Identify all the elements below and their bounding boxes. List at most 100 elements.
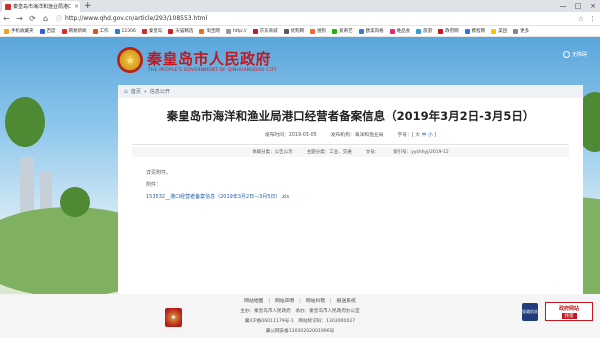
document-number: 文号： <box>365 150 380 155</box>
article-meta: 发布时间：2019-03-05 发布机构：海洋和渔业局 字号：[ 大 中 小 ] <box>118 131 583 138</box>
reload-button[interactable]: ⟳ <box>26 14 39 23</box>
bookmark-label: 唯品会 <box>396 29 411 34</box>
bookmark-favicon-icon <box>310 28 316 34</box>
font-size-end: ] <box>434 133 437 138</box>
attachment-link[interactable]: 153532__港口经营者备案信息（2019年3月2日—3月5日）.xls <box>146 191 583 203</box>
close-window-button[interactable]: × <box>586 0 600 12</box>
font-size-medium-button[interactable]: 中 <box>422 133 427 138</box>
bookmark-item[interactable]: 12306 <box>114 28 136 34</box>
breadcrumb-separator: » <box>143 88 147 95</box>
bookmark-item[interactable]: 欧美风格 <box>358 28 384 34</box>
bookmark-item[interactable]: 京东商城 <box>252 28 278 34</box>
accessibility-label: 无障碍 <box>572 52 588 58</box>
font-size-label: 字号：[ <box>397 133 414 138</box>
back-button[interactable]: ← <box>0 14 13 23</box>
info-icon: ⓘ <box>56 16 63 23</box>
bookmark-label: 欧美风格 <box>365 29 384 34</box>
category: 体裁分类：公告公示 <box>252 150 293 155</box>
new-tab-button[interactable]: + <box>84 0 92 12</box>
divider <box>132 144 569 145</box>
bookmark-item[interactable]: 工作 <box>92 28 109 34</box>
footer-link-submit[interactable]: 报送系统 <box>337 299 356 304</box>
bookmark-item[interactable]: 美团 <box>491 28 507 34</box>
bookmark-label: 优购网 <box>290 29 305 34</box>
forward-button[interactable]: → <box>13 14 26 23</box>
bookmark-favicon-icon <box>252 28 258 34</box>
bookmark-label: 12306 <box>121 28 136 34</box>
bookmark-item[interactable]: 爱奇艺 <box>332 28 353 34</box>
breadcrumb-section[interactable]: 信息公开 <box>150 88 170 95</box>
error-badge-sub: 找错 <box>561 312 577 319</box>
bookmark-favicon-icon <box>225 28 231 34</box>
publish-time: 发布时间：2019-03-05 <box>264 133 317 138</box>
background-tree <box>60 187 90 217</box>
bookmark-item[interactable]: 优购网 <box>283 28 305 34</box>
bookmark-favicon-icon <box>92 28 98 34</box>
bookmark-label: 美团 <box>498 29 508 34</box>
minimize-button[interactable]: — <box>556 0 570 12</box>
bookmark-item[interactable]: 百度 <box>39 28 56 34</box>
footer-link-statement[interactable]: 网站声明 <box>275 299 294 304</box>
bookmark-label: 爱奇艺 <box>339 29 353 34</box>
footer-link-sitemap[interactable]: 网站地图 <box>244 299 263 304</box>
home-button[interactable]: ⌂ <box>39 14 52 23</box>
bookmark-label: 搜狗 <box>317 29 327 34</box>
browser-toolbar: ← → ⟳ ⌂ ⓘ http://www.qhd.gov.cn/article/… <box>0 12 600 26</box>
topic: 主题分类：工业、交通 <box>306 150 352 155</box>
bookmark-favicon-icon <box>283 28 289 34</box>
bookmark-favicon-icon <box>358 28 364 34</box>
tab-title: 秦皇岛市海洋和渔业局港口经… <box>13 4 71 10</box>
footer-police: 冀公网安备13030202001996号 <box>265 329 335 334</box>
bookmark-item[interactable]: 携程网 <box>464 28 485 34</box>
error-badge-title: 政府网站 <box>558 305 579 312</box>
bookmark-favicon-icon <box>513 28 519 34</box>
maximize-button[interactable]: □ <box>571 0 585 12</box>
site-footer: 网站地图 | 网站声明 | 网站纠错 | 报送系统 主办：秦皇岛市人民政府 承办：秦皇岛市人… <box>0 294 600 338</box>
footer-link-error[interactable]: 网站纠错 <box>306 299 325 304</box>
font-size-large-button[interactable]: 大 <box>415 133 420 138</box>
accessibility-link[interactable]: 无障碍 <box>563 51 587 58</box>
gov-agency-badge[interactable]: 党政机关 <box>522 303 538 321</box>
address-bar[interactable]: ⓘ http://www.qhd.gov.cn/article/293/1085… <box>56 14 207 23</box>
browser-tab[interactable]: 秦皇岛市海洋和渔业局港口经… × <box>2 1 80 12</box>
bookmark-item[interactable]: 网易新闻 <box>61 28 87 34</box>
wheelchair-icon <box>563 51 570 58</box>
bookmark-item[interactable]: 旅游 <box>416 28 432 34</box>
bookmark-label: 工作 <box>99 29 109 34</box>
bookmark-favicon-icon <box>389 28 395 34</box>
bookmark-item[interactable]: 手机收藏夹 <box>4 28 34 34</box>
article-body: 详见附件。 附件： 153532__港口经营者备案信息（2019年3月2日—3月… <box>146 167 583 203</box>
bookmark-label: 秦皇岛 <box>148 29 163 34</box>
breadcrumb-home[interactable]: 首页 <box>131 88 141 95</box>
bookmark-label: 网易新闻 <box>68 29 87 34</box>
bookmark-label: 政府网 <box>445 29 459 34</box>
font-size-control: 字号：[ 大 中 小 ] <box>397 131 436 138</box>
bookmark-item[interactable]: 天猫精选 <box>168 28 193 34</box>
bookmark-item[interactable]: 淘宝网 <box>199 28 220 34</box>
bookmark-item[interactable]: http:// <box>225 28 247 34</box>
site-subtitle: THE PEOPLE'S GOVERNMENT OF QINHUANGDAO C… <box>148 68 278 73</box>
url-text[interactable]: http://www.qhd.gov.cn/article/293/108553… <box>65 15 207 22</box>
bookmark-item[interactable]: 秦皇岛 <box>141 28 163 34</box>
font-size-small-button[interactable]: 小 <box>428 133 433 138</box>
bookmark-label: 百度 <box>46 29 56 34</box>
bookmark-favicon-icon <box>438 28 444 34</box>
menu-icon[interactable]: ⋮ <box>589 15 596 23</box>
bookmark-item[interactable]: 搜狗 <box>310 28 326 34</box>
tab-close-icon[interactable]: × <box>73 3 80 10</box>
bookmark-label: 淘宝网 <box>206 29 220 34</box>
site-header: ★ 秦皇岛市人民政府 THE PEOPLE'S GOVERNMENT OF QI… <box>0 37 600 87</box>
bookmark-item[interactable]: 唯品会 <box>389 28 411 34</box>
site-title: 秦皇岛市人民政府 <box>147 50 272 68</box>
browser-tab-bar: 秦皇岛市海洋和渔业局港口经… × + — □ × <box>0 0 600 12</box>
star-icon[interactable]: ☆ <box>578 15 584 23</box>
article-title: 秦皇岛市海洋和渔业局港口经营者备案信息（2019年3月2日-3月5日） <box>166 109 535 123</box>
site-favicon-icon <box>5 3 11 10</box>
bookmark-item[interactable]: 更多 <box>513 28 529 34</box>
bookmark-label: http:// <box>232 28 247 34</box>
bookmark-label: 更多 <box>520 29 530 34</box>
body-paragraph: 详见附件。 <box>146 170 172 176</box>
bookmark-item[interactable]: 政府网 <box>438 28 459 34</box>
background-tree <box>5 97 45 147</box>
error-report-badge[interactable]: 政府网站 找错 <box>545 302 593 321</box>
